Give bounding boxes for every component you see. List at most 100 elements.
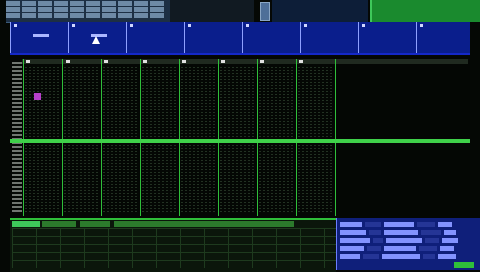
menu-button[interactable] bbox=[38, 13, 52, 18]
settings-value bbox=[363, 254, 379, 259]
track-separator bbox=[296, 59, 297, 216]
settings-row bbox=[340, 246, 457, 251]
panel-tab[interactable] bbox=[114, 221, 294, 227]
settings-button[interactable] bbox=[386, 238, 422, 243]
pattern-number bbox=[246, 24, 249, 27]
pattern-tab[interactable] bbox=[242, 22, 299, 53]
instrument-grid[interactable] bbox=[12, 228, 336, 268]
settings-row bbox=[340, 230, 459, 235]
pattern-tab[interactable] bbox=[300, 22, 357, 53]
pattern-number bbox=[304, 24, 307, 27]
settings-row bbox=[340, 222, 455, 227]
note-block[interactable] bbox=[34, 93, 41, 100]
settings-button[interactable] bbox=[442, 238, 458, 243]
pattern-tab[interactable] bbox=[358, 22, 415, 53]
settings-value bbox=[365, 222, 381, 227]
track-label bbox=[260, 60, 264, 63]
settings-value bbox=[373, 238, 383, 243]
menu-button[interactable] bbox=[54, 1, 68, 6]
pattern-list bbox=[10, 22, 470, 55]
pattern-tab[interactable] bbox=[184, 22, 241, 53]
toolbar-gap bbox=[170, 0, 254, 22]
menu-button[interactable] bbox=[22, 7, 36, 12]
settings-button[interactable] bbox=[340, 238, 370, 243]
pattern-number bbox=[188, 24, 191, 27]
menu-button[interactable] bbox=[102, 13, 116, 18]
menu-button[interactable] bbox=[38, 7, 52, 12]
track-label bbox=[221, 60, 225, 63]
menu-button[interactable] bbox=[86, 13, 100, 18]
panel-tab[interactable] bbox=[42, 221, 76, 227]
scrollbar[interactable] bbox=[260, 2, 270, 21]
pattern-number bbox=[362, 24, 365, 27]
track-label bbox=[104, 60, 108, 63]
menu-button[interactable] bbox=[150, 13, 164, 18]
settings-button[interactable] bbox=[340, 230, 366, 235]
panel-tab[interactable] bbox=[12, 221, 40, 227]
panel-tabs bbox=[12, 221, 312, 227]
menu-button[interactable] bbox=[22, 13, 36, 18]
settings-button[interactable] bbox=[340, 254, 360, 259]
menu-button[interactable] bbox=[70, 7, 84, 12]
track-separator bbox=[179, 59, 180, 216]
settings-value bbox=[421, 230, 441, 235]
pattern-number bbox=[14, 24, 17, 27]
track-separator bbox=[218, 59, 219, 216]
settings-value bbox=[419, 246, 437, 251]
settings-button[interactable] bbox=[384, 230, 418, 235]
menu-button[interactable] bbox=[86, 1, 100, 6]
track-label bbox=[26, 60, 30, 63]
settings-row bbox=[340, 238, 461, 243]
settings-button[interactable] bbox=[340, 222, 362, 227]
pattern-tab[interactable] bbox=[10, 22, 67, 53]
menu-button[interactable] bbox=[70, 1, 84, 6]
mouse-cursor-icon bbox=[92, 36, 100, 44]
track-label bbox=[66, 60, 70, 63]
menu-button[interactable] bbox=[70, 13, 84, 18]
menu-button[interactable] bbox=[86, 7, 100, 12]
menu-row-1 bbox=[6, 1, 166, 6]
settings-value bbox=[369, 230, 381, 235]
panel-tab[interactable] bbox=[80, 221, 110, 227]
menu-row-2 bbox=[6, 7, 166, 12]
settings-button[interactable] bbox=[384, 222, 414, 227]
settings-button[interactable] bbox=[438, 254, 456, 259]
track-separator bbox=[335, 59, 336, 216]
settings-button[interactable] bbox=[382, 254, 420, 259]
settings-button[interactable] bbox=[444, 230, 456, 235]
settings-row bbox=[340, 254, 459, 259]
menu-row-3 bbox=[6, 13, 166, 18]
settings-value bbox=[425, 238, 439, 243]
settings-button[interactable] bbox=[440, 246, 454, 251]
menu-button[interactable] bbox=[102, 1, 116, 6]
settings-button[interactable] bbox=[438, 222, 452, 227]
menu-button[interactable] bbox=[150, 1, 164, 6]
menu-button[interactable] bbox=[6, 7, 20, 12]
settings-value bbox=[417, 222, 435, 227]
menu-button[interactable] bbox=[6, 1, 20, 6]
track-separator bbox=[62, 59, 63, 216]
menu-button[interactable] bbox=[54, 7, 68, 12]
settings-button[interactable] bbox=[340, 246, 364, 251]
pattern-tab[interactable] bbox=[416, 22, 471, 53]
menu-button[interactable] bbox=[22, 1, 36, 6]
menu-button[interactable] bbox=[102, 7, 116, 12]
menu-button[interactable] bbox=[134, 7, 148, 12]
menu-button[interactable] bbox=[6, 13, 20, 18]
menu-button[interactable] bbox=[150, 7, 164, 12]
menu-button[interactable] bbox=[54, 13, 68, 18]
status-indicator bbox=[454, 262, 474, 268]
menu-button[interactable] bbox=[118, 7, 132, 12]
row-number-gutter bbox=[12, 62, 22, 214]
menu-button[interactable] bbox=[118, 13, 132, 18]
pattern-tab[interactable] bbox=[126, 22, 183, 53]
menu-button[interactable] bbox=[38, 1, 52, 6]
menu-button[interactable] bbox=[118, 1, 132, 6]
menu-button[interactable] bbox=[134, 1, 148, 6]
menu-button[interactable] bbox=[134, 13, 148, 18]
pattern-number bbox=[130, 24, 133, 27]
current-row-highlight bbox=[10, 139, 470, 143]
track-separator bbox=[140, 59, 141, 216]
settings-button[interactable] bbox=[384, 246, 416, 251]
track-label bbox=[299, 60, 303, 63]
